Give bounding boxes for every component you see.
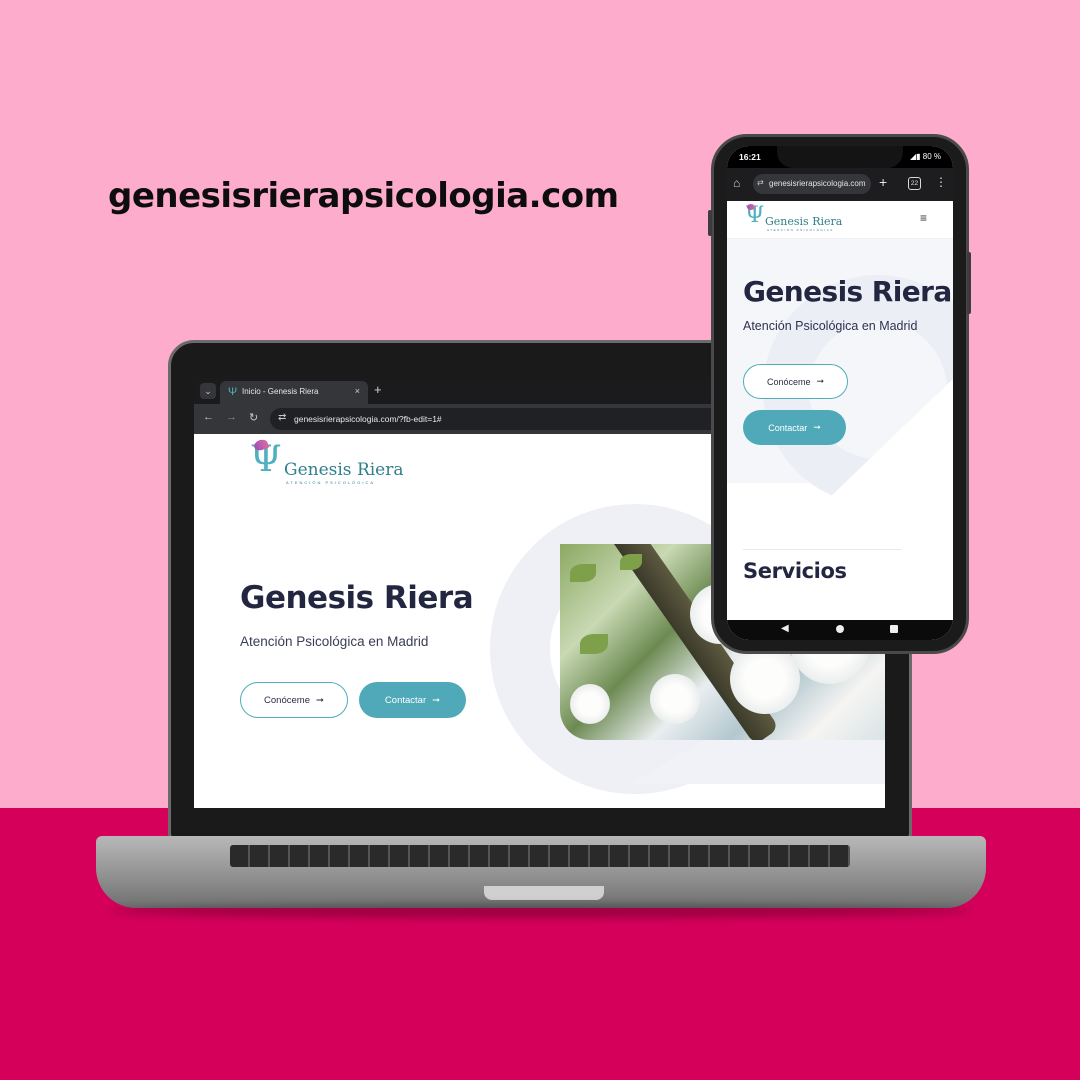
back-arrow-icon[interactable]: ←	[203, 411, 214, 423]
logo-tagline: ATENCIÓN PSICOLÓGICA	[767, 228, 834, 232]
hamburger-menu-icon[interactable]: ≡	[920, 211, 927, 225]
logo-tagline: ATENCIÓN PSICOLÓGICA	[286, 480, 376, 485]
photo-leaf	[570, 564, 596, 582]
contact-button[interactable]: Contactar ➞	[359, 682, 466, 718]
site-logo[interactable]: Ψ Genesis Riera ATENCIÓN PSICOLÓGICA	[250, 437, 404, 488]
about-button[interactable]: Conóceme ➞	[240, 682, 348, 718]
chevron-down-icon[interactable]: ⌄	[200, 383, 216, 399]
new-tab-button[interactable]: +	[879, 174, 887, 190]
mobile-browser-bar: ⌂ ⇄ genesisrierapsicologia.com + 22 ⋮	[727, 168, 953, 201]
arrow-right-icon: ➞	[813, 422, 821, 432]
mobile-website-page: Ψ Genesis Riera ATENCIÓN PSICOLÓGICA ≡ G…	[727, 201, 953, 620]
hero-title: Genesis Riera	[240, 580, 474, 616]
domain-headline: genesisrierapsicologia.com	[108, 176, 619, 216]
hero-title: Genesis Riera	[743, 275, 952, 308]
photo-blossom	[570, 684, 610, 724]
laptop-notch	[484, 886, 604, 900]
contact-button-label: Contactar	[384, 694, 427, 706]
laptop-keyboard	[230, 845, 850, 867]
logo-name: Genesis Riera	[284, 460, 404, 480]
back-triangle-icon[interactable]: ◀	[781, 623, 789, 634]
site-settings-icon[interactable]: ⇄	[278, 412, 286, 423]
about-button-label: Conóceme	[766, 376, 811, 387]
logo-name[interactable]: Genesis Riera	[765, 215, 842, 228]
favicon-icon: Ψ	[228, 386, 238, 398]
url-text: genesisrierapsicologia.com/?fb-edit=1#	[294, 414, 442, 424]
decorative-triangle	[805, 379, 953, 521]
reload-icon[interactable]: ↻	[249, 411, 258, 424]
phone-side-button	[708, 210, 712, 236]
services-heading: Servicios	[743, 559, 847, 583]
battery-indicator: ◢▮ 80 %	[909, 152, 941, 161]
photo-leaf	[620, 554, 642, 570]
mobile-site-header: Ψ Genesis Riera ATENCIÓN PSICOLÓGICA ≡	[727, 201, 953, 239]
new-tab-button[interactable]: +	[374, 382, 382, 397]
photo-blossom	[730, 644, 800, 714]
section-divider	[743, 549, 901, 550]
phone-side-button	[967, 252, 971, 314]
recent-apps-icon[interactable]	[890, 625, 898, 633]
hummingbird-icon	[747, 204, 755, 210]
camera-notch	[777, 146, 903, 168]
arrow-right-icon: ➞	[315, 694, 324, 706]
about-button-label: Conóceme	[264, 694, 310, 706]
about-button[interactable]: Conóceme ➞	[743, 364, 848, 399]
forward-arrow-icon[interactable]: →	[226, 411, 237, 423]
status-bar: 16:21 ◢▮ 80 %	[727, 146, 953, 168]
arrow-right-icon: ➞	[432, 694, 441, 706]
tab-title: Inicio - Genesis Riera	[242, 387, 319, 396]
hero-subtitle: Atención Psicológica en Madrid	[743, 319, 918, 333]
photo-blossom	[650, 674, 700, 724]
mobile-url-field[interactable]: ⇄ genesisrierapsicologia.com	[753, 174, 871, 194]
contact-button-label: Contactar	[768, 422, 808, 433]
hero-subtitle: Atención Psicológica en Madrid	[240, 634, 429, 649]
close-icon[interactable]: ×	[355, 386, 360, 396]
laptop-shadow	[110, 904, 970, 918]
home-icon[interactable]: ⌂	[733, 176, 740, 190]
browser-tab[interactable]: Ψ Inicio - Genesis Riera ×	[220, 381, 368, 404]
photo-leaf	[580, 634, 608, 654]
mobile-url-text: genesisrierapsicologia.com	[769, 179, 866, 188]
tab-count-button[interactable]: 22	[908, 177, 921, 190]
android-nav-bar: ◀	[727, 620, 953, 640]
status-time: 16:21	[739, 152, 761, 162]
site-settings-icon[interactable]: ⇄	[757, 178, 764, 187]
more-menu-icon[interactable]: ⋮	[935, 175, 947, 189]
arrow-right-icon: ➞	[816, 376, 825, 386]
contact-button[interactable]: Contactar ➞	[743, 410, 846, 445]
home-circle-icon[interactable]	[836, 625, 844, 633]
phone-screen: 16:21 ◢▮ 80 % ⌂ ⇄ genesisrierapsicologia…	[727, 146, 953, 640]
